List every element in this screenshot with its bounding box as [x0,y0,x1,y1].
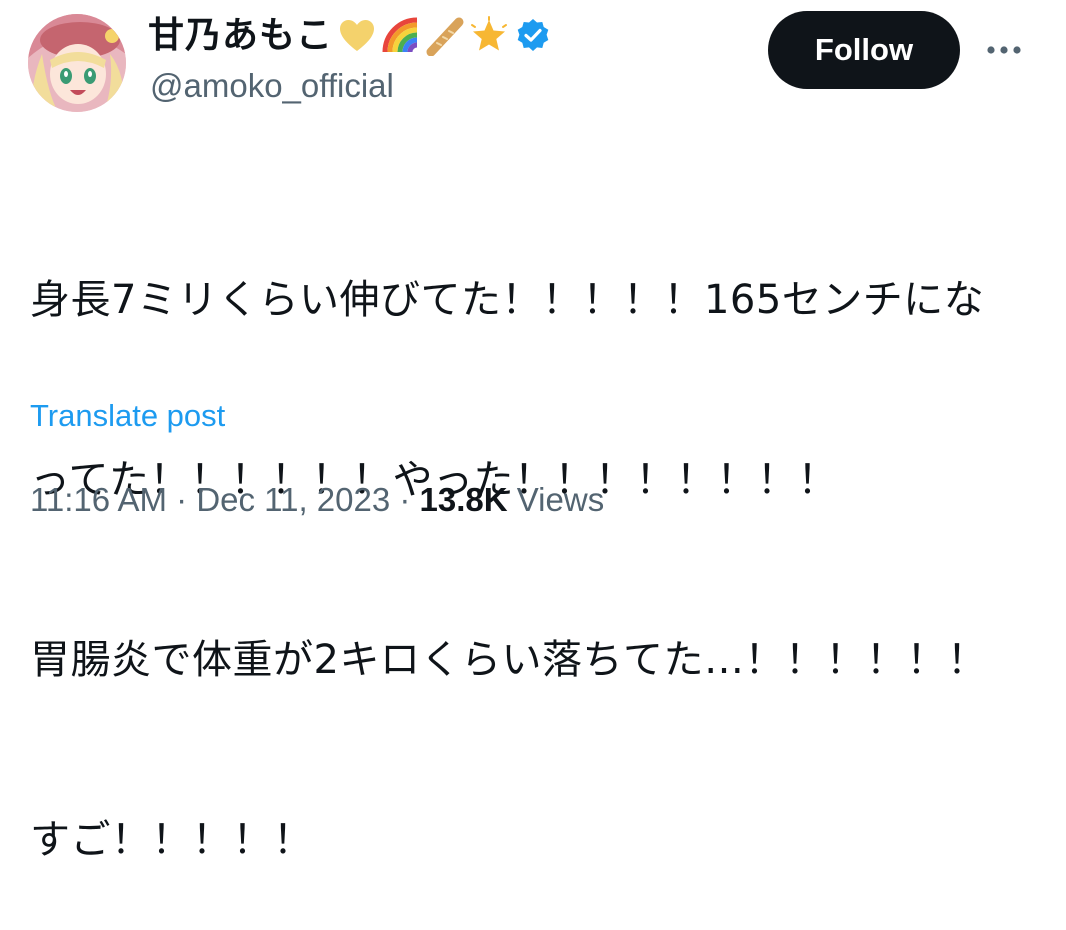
post-date[interactable]: Dec 11, 2023 [196,481,390,518]
glowing-star-icon [469,16,509,56]
user-handle[interactable]: @amoko_official [150,64,394,108]
post-time[interactable]: 11:16 AM [30,481,167,518]
rainbow-icon [381,16,421,56]
tweet-line: 胃腸炎で体重が2キロくらい落ちてた…！！！！！！ [30,637,988,683]
tweet-line: 身長7ミリくらい伸びてた！！！！！165センチにな [30,277,985,323]
tweet-text: 身長7ミリくらい伸びてた！！！！！165センチにな ってた！！！！！！やった！！… [30,150,1040,930]
meta-separator: · [399,481,411,518]
tweet-meta: 11:16 AM · Dec 11, 2023 · 13.8K Views [30,478,604,522]
verified-badge-icon[interactable] [513,16,553,56]
translate-post-link[interactable]: Translate post [30,396,225,436]
yellow-heart-icon [337,16,377,56]
more-horizontal-icon[interactable] [982,30,1026,70]
follow-button[interactable]: Follow [768,11,960,89]
display-name-row[interactable]: 甘乃あもこ [148,12,553,60]
views-label: Views [516,481,605,518]
display-name[interactable]: 甘乃あもこ [148,12,333,60]
avatar[interactable] [28,14,126,112]
meta-separator: · [176,481,188,518]
tweet-line: すご！！！！！ [30,817,314,863]
views-count: 13.8K [419,481,508,518]
baguette-icon [425,16,465,56]
